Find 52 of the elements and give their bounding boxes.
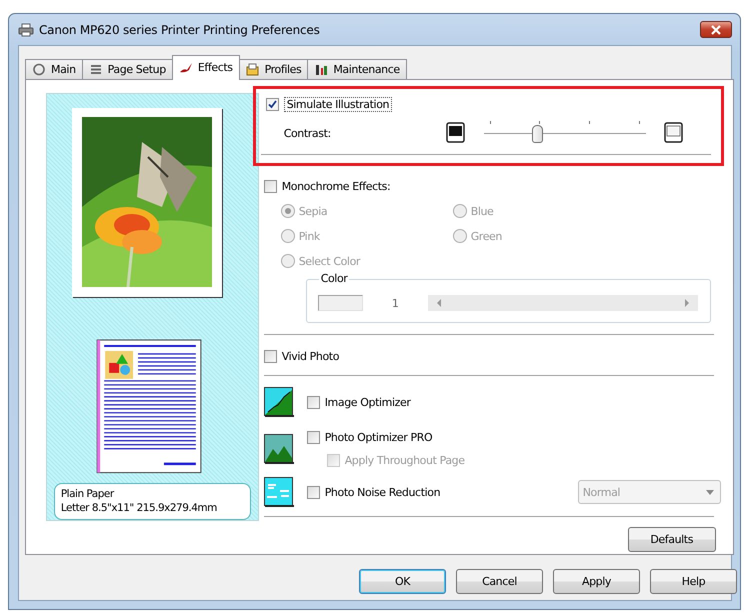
tab[interactable]: Profiles bbox=[238, 59, 308, 79]
group-title: Color bbox=[318, 272, 350, 285]
tab-icon bbox=[246, 63, 260, 76]
checkbox[interactable] bbox=[266, 98, 279, 110]
tab-icon bbox=[32, 63, 46, 76]
tab[interactable]: Main bbox=[25, 59, 83, 79]
checkbox[interactable] bbox=[306, 430, 320, 444]
left-arrow-icon bbox=[436, 299, 442, 307]
printer-icon bbox=[18, 22, 34, 36]
radio-label: Pink bbox=[298, 230, 320, 242]
color-value-text: 1 bbox=[390, 296, 400, 310]
close-button[interactable] bbox=[700, 21, 732, 38]
checkbox-label: Monochrome Effects: bbox=[282, 180, 390, 192]
paper-size-text: Letter 8.5"x11" 215.9x279.4mm bbox=[60, 501, 218, 516]
checkbox[interactable] bbox=[306, 486, 320, 498]
tab[interactable]: Page Setup bbox=[82, 59, 173, 79]
radio-label: Select Color bbox=[298, 254, 360, 268]
checkbox-label: Photo Optimizer PRO bbox=[324, 430, 432, 444]
dialog-button[interactable]: Apply bbox=[553, 569, 640, 594]
dialog-button[interactable]: OK bbox=[359, 569, 446, 594]
radio-label: Sepia bbox=[298, 204, 328, 218]
tab-icon bbox=[178, 61, 193, 74]
dialog-button[interactable]: Cancel bbox=[456, 569, 543, 594]
defaults-button[interactable]: Defaults bbox=[628, 527, 716, 552]
close-icon bbox=[710, 24, 722, 34]
noise-reduction-icon bbox=[264, 477, 294, 507]
mountain-icon bbox=[264, 434, 294, 464]
dialog-button[interactable]: Help bbox=[650, 569, 737, 594]
tab-icon bbox=[314, 63, 328, 76]
right-arrow-icon bbox=[684, 299, 690, 307]
checkbox-label: Image Optimizer bbox=[324, 396, 410, 408]
radio-label: Blue bbox=[470, 204, 494, 218]
checkbox[interactable] bbox=[306, 396, 320, 408]
low-contrast-icon bbox=[664, 121, 684, 145]
slider-thumb[interactable] bbox=[532, 125, 544, 143]
media-type-text: Plain Paper bbox=[60, 487, 116, 502]
checkbox-label: Simulate Illustration bbox=[284, 96, 392, 112]
checkbox[interactable] bbox=[264, 350, 277, 362]
color-scrollbar[interactable] bbox=[428, 295, 698, 311]
dropdown-arrow-icon bbox=[706, 490, 714, 494]
checkbox-label: Apply Throughout Page bbox=[344, 454, 465, 466]
contrast-label: Contrast: bbox=[284, 126, 332, 140]
radio-label: Green bbox=[470, 230, 502, 242]
checkbox-label: Photo Noise Reduction bbox=[324, 486, 440, 498]
window-title: Canon MP620 series Printer Printing Preferences bbox=[39, 22, 320, 36]
color-swatch bbox=[318, 295, 363, 311]
high-contrast-icon bbox=[446, 121, 466, 145]
rising-graph-icon bbox=[264, 387, 294, 417]
tab[interactable]: Maintenance bbox=[307, 59, 407, 79]
checkbox-label: Vivid Photo bbox=[282, 350, 340, 362]
tab[interactable]: Effects bbox=[172, 55, 240, 80]
tab-icon bbox=[88, 63, 103, 76]
